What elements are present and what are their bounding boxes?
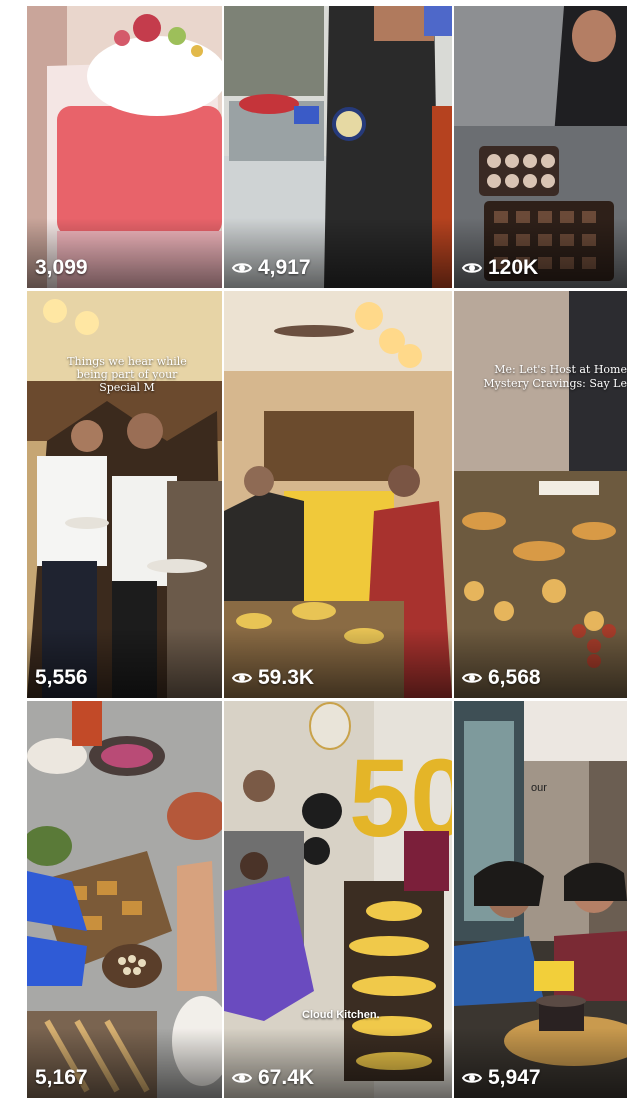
view-count-value: 6,568 bbox=[488, 666, 541, 689]
reel-tile-3[interactable]: 120K bbox=[454, 6, 627, 288]
view-count-value: 5,167 bbox=[35, 1066, 88, 1089]
view-count-value: 59.3K bbox=[258, 666, 315, 689]
view-count: 5,167 bbox=[35, 1066, 88, 1090]
view-count: 59.3K bbox=[232, 666, 314, 690]
eye-icon bbox=[232, 1073, 252, 1083]
reel-tile-1[interactable]: 3,099 bbox=[27, 6, 222, 288]
eye-icon bbox=[232, 263, 252, 273]
view-count-value: 5,556 bbox=[35, 666, 88, 689]
reel-tile-7[interactable]: 5,167 bbox=[27, 701, 222, 1098]
view-count: 3,099 bbox=[35, 256, 88, 280]
view-count-value: 120K bbox=[488, 256, 539, 279]
view-count: 67.4K bbox=[232, 1066, 314, 1090]
reel-tile-8[interactable]: 50 Cloud Kitchen. 67.4K bbox=[224, 701, 452, 1098]
view-count: 5,947 bbox=[462, 1066, 541, 1090]
view-count: 6,568 bbox=[462, 666, 541, 690]
eye-icon bbox=[462, 673, 482, 683]
reel-tile-2[interactable]: 4,917 bbox=[224, 6, 452, 288]
reels-grid: 3,099 4,917 120K Things we hear while be… bbox=[0, 0, 627, 1098]
reel-tile-4[interactable]: Things we hear while being part of your … bbox=[27, 291, 222, 698]
reel-caption-text: our bbox=[531, 782, 547, 794]
reel-caption-line-2: Mystery Cravings: Say Le bbox=[483, 377, 627, 390]
reel-caption-text: Things we hear while being part of your … bbox=[67, 355, 187, 394]
view-count: 4,917 bbox=[232, 256, 311, 280]
reel-tile-6[interactable]: Me: Let's Host at Home Mystery Cravings:… bbox=[454, 291, 627, 698]
view-count: 5,556 bbox=[35, 666, 88, 690]
view-count-value: 67.4K bbox=[258, 1066, 315, 1089]
reel-caption-text: Cloud Kitchen. bbox=[302, 1009, 380, 1021]
view-count-value: 3,099 bbox=[35, 256, 88, 279]
eye-icon bbox=[232, 673, 252, 683]
reel-tile-9[interactable]: our 5,947 bbox=[454, 701, 627, 1098]
view-count: 120K bbox=[462, 256, 538, 280]
eye-icon bbox=[462, 1073, 482, 1083]
reel-tile-5[interactable]: 59.3K bbox=[224, 291, 452, 698]
eye-icon bbox=[462, 263, 482, 273]
view-count-value: 4,917 bbox=[258, 256, 311, 279]
reel-caption-line-1: Me: Let's Host at Home bbox=[494, 363, 627, 376]
view-count-value: 5,947 bbox=[488, 1066, 541, 1089]
